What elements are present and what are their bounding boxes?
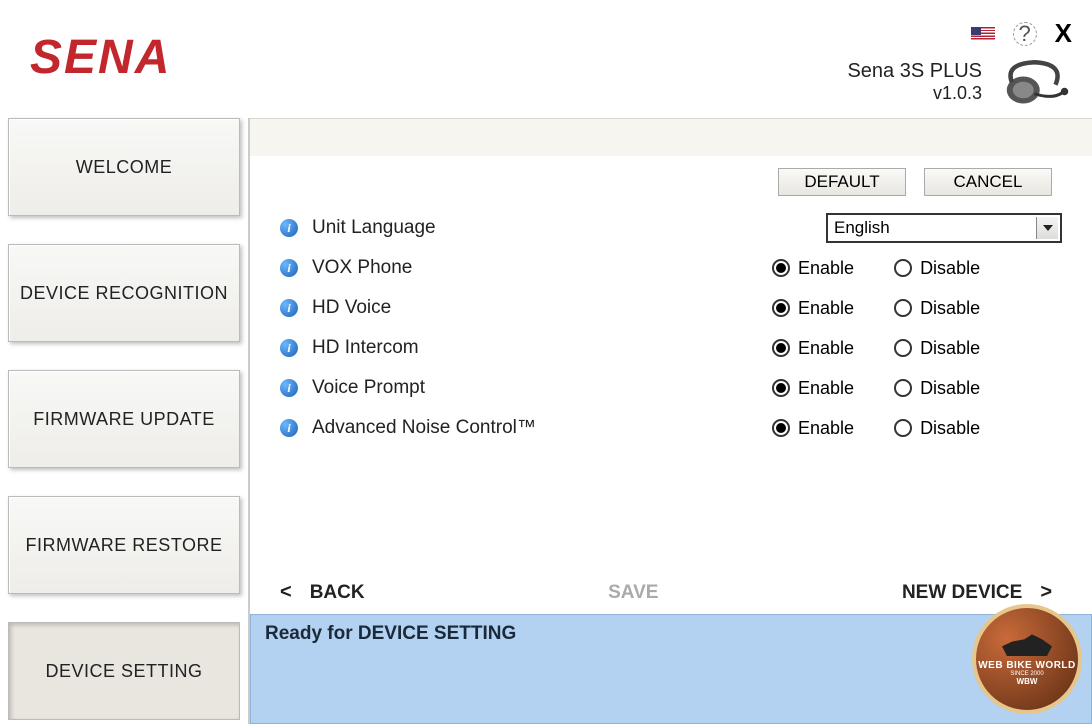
- setting-label: HD Voice: [312, 297, 772, 319]
- radio-disable[interactable]: Disable: [894, 298, 980, 319]
- radio-disable[interactable]: Disable: [894, 378, 980, 399]
- save-button: SAVE: [608, 582, 658, 604]
- new-device-label: NEW DEVICE: [902, 582, 1022, 604]
- back-button[interactable]: < BACK: [280, 581, 365, 604]
- status-bar: Ready for DEVICE SETTING: [250, 614, 1092, 724]
- radio-icon[interactable]: [772, 259, 790, 277]
- radio-label: Disable: [920, 418, 980, 439]
- radio-icon[interactable]: [772, 379, 790, 397]
- content-topbar: [250, 118, 1092, 156]
- sidebar-item-firmware-update[interactable]: FIRMWARE UPDATE: [8, 370, 240, 468]
- main: WELCOME DEVICE RECOGNITION FIRMWARE UPDA…: [0, 118, 1092, 724]
- radio-icon[interactable]: [894, 299, 912, 317]
- top-icons: ? X: [971, 18, 1072, 49]
- radio-group: Enable Disable: [772, 298, 1062, 319]
- setting-label: VOX Phone: [312, 257, 772, 279]
- setting-label: Voice Prompt: [312, 377, 772, 399]
- motorcycle-icon: [1002, 632, 1052, 656]
- radio-enable[interactable]: Enable: [772, 258, 854, 279]
- brand-logo: SENA: [30, 30, 171, 85]
- device-version: v1.0.3: [847, 83, 982, 104]
- chevron-down-icon[interactable]: [1036, 217, 1058, 239]
- setting-row: i HD Intercom Enable Disable: [280, 328, 1062, 368]
- radio-label: Enable: [798, 378, 854, 399]
- setting-row: i Voice Prompt Enable Disable: [280, 368, 1062, 408]
- device-name: Sena 3S PLUS: [847, 60, 982, 82]
- settings-panel: DEFAULT CANCEL i Unit Language English i…: [250, 156, 1092, 458]
- nav-footer: < BACK SAVE NEW DEVICE >: [280, 581, 1052, 604]
- radio-disable[interactable]: Disable: [894, 418, 980, 439]
- info-icon[interactable]: i: [280, 379, 298, 397]
- close-icon[interactable]: X: [1055, 18, 1072, 49]
- forward-arrow-icon: >: [1040, 581, 1052, 604]
- radio-icon[interactable]: [894, 339, 912, 357]
- sidebar-item-firmware-restore[interactable]: FIRMWARE RESTORE: [8, 496, 240, 594]
- radio-icon[interactable]: [772, 419, 790, 437]
- action-row: DEFAULT CANCEL: [280, 168, 1062, 196]
- radio-label: Enable: [798, 258, 854, 279]
- default-button[interactable]: DEFAULT: [778, 168, 906, 196]
- header: ? X SENA Sena 3S PLUS v1.0.3: [0, 0, 1092, 118]
- watermark-badge: WEB BIKE WORLD SINCE 2000 WBW: [972, 604, 1082, 714]
- content-area: DEFAULT CANCEL i Unit Language English i…: [248, 118, 1092, 724]
- sidebar-item-device-recognition[interactable]: DEVICE RECOGNITION: [8, 244, 240, 342]
- language-flag-icon[interactable]: [971, 27, 995, 41]
- radio-disable[interactable]: Disable: [894, 338, 980, 359]
- radio-group: Enable Disable: [772, 258, 1062, 279]
- radio-enable[interactable]: Enable: [772, 378, 854, 399]
- setting-row: i Advanced Noise Control™ Enable Disable: [280, 408, 1062, 448]
- cancel-button[interactable]: CANCEL: [924, 168, 1052, 196]
- radio-group: Enable Disable: [772, 378, 1062, 399]
- setting-row: i HD Voice Enable Disable: [280, 288, 1062, 328]
- status-text: Ready for DEVICE SETTING: [265, 623, 516, 644]
- radio-disable[interactable]: Disable: [894, 258, 980, 279]
- radio-label: Enable: [798, 338, 854, 359]
- setting-label: HD Intercom: [312, 337, 772, 359]
- sidebar-item-device-setting[interactable]: DEVICE SETTING: [8, 622, 240, 720]
- setting-label: Advanced Noise Control™: [312, 417, 772, 439]
- badge-line3: WBW: [1017, 677, 1038, 686]
- info-icon[interactable]: i: [280, 299, 298, 317]
- radio-icon[interactable]: [894, 379, 912, 397]
- back-label: BACK: [310, 582, 365, 604]
- radio-icon[interactable]: [772, 299, 790, 317]
- radio-enable[interactable]: Enable: [772, 338, 854, 359]
- radio-icon[interactable]: [894, 259, 912, 277]
- sidebar-item-welcome[interactable]: WELCOME: [8, 118, 240, 216]
- info-icon[interactable]: i: [280, 339, 298, 357]
- radio-group: Enable Disable: [772, 338, 1062, 359]
- badge-line1: WEB BIKE WORLD: [978, 660, 1076, 671]
- setting-row-language: i Unit Language English: [280, 208, 1062, 248]
- info-icon[interactable]: i: [280, 219, 298, 237]
- language-dropdown[interactable]: English: [826, 213, 1062, 243]
- radio-label: Disable: [920, 298, 980, 319]
- radio-enable[interactable]: Enable: [772, 418, 854, 439]
- radio-label: Enable: [798, 298, 854, 319]
- new-device-button[interactable]: NEW DEVICE >: [902, 581, 1052, 604]
- info-icon[interactable]: i: [280, 259, 298, 277]
- help-icon[interactable]: ?: [1013, 22, 1037, 46]
- language-value: English: [834, 218, 890, 238]
- headset-icon: [997, 55, 1072, 110]
- radio-icon[interactable]: [772, 339, 790, 357]
- radio-label: Disable: [920, 258, 980, 279]
- radio-label: Disable: [920, 338, 980, 359]
- radio-label: Enable: [798, 418, 854, 439]
- setting-row: i VOX Phone Enable Disable: [280, 248, 1062, 288]
- radio-label: Disable: [920, 378, 980, 399]
- back-arrow-icon: <: [280, 581, 292, 604]
- radio-icon[interactable]: [894, 419, 912, 437]
- sidebar: WELCOME DEVICE RECOGNITION FIRMWARE UPDA…: [0, 118, 248, 724]
- radio-group: Enable Disable: [772, 418, 1062, 439]
- device-title: Sena 3S PLUS v1.0.3: [847, 60, 982, 104]
- setting-label-language: Unit Language: [312, 217, 826, 239]
- info-icon[interactable]: i: [280, 419, 298, 437]
- radio-enable[interactable]: Enable: [772, 298, 854, 319]
